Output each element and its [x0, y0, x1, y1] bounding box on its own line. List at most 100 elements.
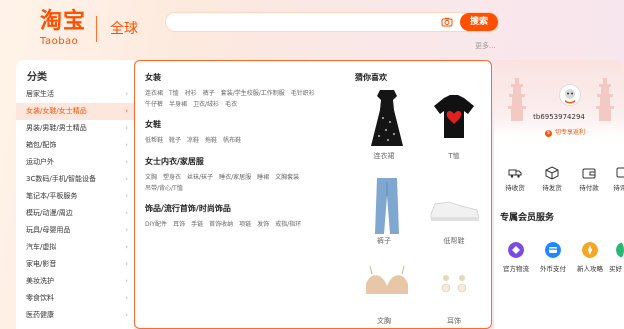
username[interactable]: tb6953974294 — [494, 113, 624, 121]
sidebar-item-toys[interactable]: 玩具/母婴用品 › — [16, 222, 134, 239]
product-label[interactable]: 低帮鞋 — [424, 236, 484, 246]
category-title: 分类 — [27, 72, 47, 83]
product-label[interactable]: T恤 — [424, 151, 484, 161]
earring-image[interactable] — [430, 268, 478, 306]
sidebar-item-anime[interactable]: 模玩/动漫/周边 › — [16, 205, 134, 222]
category-link[interactable]: 凉鞋 — [187, 135, 199, 146]
service-label[interactable]: 新人攻略 — [572, 263, 608, 273]
sneaker-image[interactable] — [427, 190, 481, 226]
sidebar-item-health[interactable]: 医药健康 › — [16, 307, 134, 324]
compass-icon[interactable] — [582, 242, 598, 258]
service-label[interactable]: 外币支付 — [535, 263, 571, 273]
rebate-badge[interactable]: $ 切专享返利 — [545, 127, 585, 137]
sidebar-item-sports[interactable]: 运动户外 › — [16, 154, 134, 171]
currency-icon[interactable] — [545, 242, 561, 258]
product-label[interactable]: 裤子 — [354, 236, 414, 246]
category-link[interactable]: 项链 — [239, 219, 251, 230]
sidebar-item-snacks[interactable]: 零食饮料 › — [16, 290, 134, 307]
service-label[interactable]: 买好 — [609, 263, 624, 273]
sidebar-item-label: 箱包/配饰 — [26, 141, 57, 149]
shopping-icon[interactable] — [616, 242, 624, 258]
sidebar-item-beauty[interactable]: 美妆洗护 › — [16, 273, 134, 290]
category-link[interactable]: 睡衣/家居服 — [219, 172, 251, 183]
logo-taobao-cn[interactable]: 淘宝 — [40, 10, 86, 34]
bra-image[interactable] — [360, 264, 414, 308]
category-link[interactable]: 衬衫 — [185, 88, 197, 99]
chevron-right-icon: › — [125, 90, 128, 98]
category-link[interactable]: 套装/学生校服/工作制服 — [221, 88, 285, 99]
dress-image[interactable] — [363, 88, 411, 148]
jeans-image[interactable] — [363, 176, 411, 236]
search-button[interactable]: 搜索 — [460, 13, 498, 31]
category-link[interactable]: 拖鞋 — [205, 135, 217, 146]
tshirt-image[interactable] — [430, 90, 478, 150]
chevron-right-icon: › — [125, 107, 128, 115]
category-link[interactable]: 毛针织衫 — [291, 88, 315, 99]
sidebar-item-women[interactable]: 女装/女鞋/女士精品 › — [16, 103, 134, 120]
chevron-right-icon: › — [125, 243, 128, 251]
coin-icon: $ — [545, 130, 552, 137]
category-link[interactable]: 丝袜/袜子 — [187, 172, 213, 183]
service-label[interactable]: 官方物流 — [498, 263, 534, 273]
review-icon[interactable] — [616, 166, 624, 180]
logo-taobao-en[interactable]: Taobao — [40, 36, 78, 47]
category-link[interactable]: 耳饰 — [173, 219, 185, 230]
category-link[interactable]: 文胸套装 — [275, 172, 299, 183]
category-link[interactable]: 吊带/背心/T恤 — [145, 183, 183, 194]
truck-icon[interactable] — [508, 166, 522, 180]
avatar[interactable] — [559, 84, 581, 106]
order-status-label[interactable]: 待收货 — [500, 182, 530, 192]
category-link[interactable]: 文胸 — [145, 172, 157, 183]
category-link[interactable]: 毛衣 — [225, 99, 237, 110]
category-link[interactable]: 手链 — [191, 219, 203, 230]
category-link[interactable]: 戒指/指环 — [275, 219, 301, 230]
category-link[interactable]: 靴子 — [169, 135, 181, 146]
category-link[interactable]: 帆布鞋 — [223, 135, 241, 146]
section-title-womens-wear[interactable]: 女装 — [145, 72, 161, 83]
search-input[interactable] — [180, 15, 424, 31]
category-link[interactable]: 牛仔裤 — [145, 99, 163, 110]
sidebar-item-men[interactable]: 男装/男鞋/男士精品 › — [16, 120, 134, 137]
product-label[interactable]: 文胸 — [354, 316, 414, 326]
section-title-womens-shoes[interactable]: 女鞋 — [145, 119, 161, 130]
section-links-womens-wear: 连衣裙 T恤 衬衫 裤子 套装/学生校服/工作制服 毛针织衫牛仔裤 半身裙 卫衣/绒衫 毛衣 — [145, 88, 335, 110]
order-status-label[interactable]: 待发货 — [537, 182, 567, 192]
section-title-lingerie[interactable]: 女士内衣/家居服 — [145, 156, 204, 167]
category-link[interactable]: 连衣裙 — [145, 88, 163, 99]
section-links-accessories: DIY配件 耳饰 手链 首饰收纳 项链 发饰 戒指/指环 — [145, 219, 335, 230]
category-link[interactable]: 裤子 — [203, 88, 215, 99]
sidebar-item-appliances[interactable]: 家电/影音 › — [16, 256, 134, 273]
product-label[interactable]: 耳饰 — [424, 316, 484, 326]
category-link[interactable]: 低帮鞋 — [145, 135, 163, 146]
category-link[interactable]: T恤 — [169, 88, 179, 99]
order-status-label[interactable]: 待评价 — [608, 182, 624, 192]
sidebar-item-home[interactable]: 居家生活 › — [16, 86, 134, 103]
section-links-womens-shoes: 低帮鞋 靴子 凉鞋 拖鞋 帆布鞋 — [145, 135, 335, 146]
category-link[interactable]: 卫衣/绒衫 — [193, 99, 219, 110]
sidebar-item-label: 女装/女鞋/女士精品 — [26, 107, 87, 115]
guess-you-like-title: 猜你喜欢 — [355, 73, 387, 82]
category-link[interactable]: 首饰收纳 — [209, 219, 233, 230]
category-link[interactable]: DIY配件 — [145, 219, 167, 230]
category-link[interactable]: 睡裙 — [257, 172, 269, 183]
sidebar-item-auto[interactable]: 汽车/虚拟 › — [16, 239, 134, 256]
sidebar-item-label: 家电/影音 — [26, 260, 57, 268]
category-link[interactable]: 半身裙 — [169, 99, 187, 110]
logistics-icon[interactable] — [508, 242, 524, 258]
category-link[interactable]: 发饰 — [257, 219, 269, 230]
section-title-accessories[interactable]: 饰品/流行首饰/时尚饰品 — [145, 203, 231, 214]
order-status-label[interactable]: 待付款 — [574, 182, 604, 192]
package-icon[interactable] — [545, 166, 559, 180]
wallet-icon[interactable] — [582, 166, 596, 180]
chevron-right-icon: › — [125, 192, 128, 200]
sidebar-item-label: 医药健康 — [26, 311, 54, 319]
sidebar-item-bags[interactable]: 箱包/配饰 › — [16, 137, 134, 154]
more-link[interactable]: 更多... — [475, 41, 496, 51]
product-label[interactable]: 连衣裙 — [354, 151, 414, 161]
sidebar-item-laptop[interactable]: 笔记本/平板服务 › — [16, 188, 134, 205]
camera-icon[interactable] — [441, 16, 453, 28]
sidebar-item-label: 模玩/动漫/周边 — [26, 209, 73, 217]
category-link[interactable]: 塑身衣 — [163, 172, 181, 183]
member-services-title: 专属会员服务 — [500, 213, 555, 223]
sidebar-item-digital[interactable]: 3C数码/手机/智能设备 › — [16, 171, 134, 188]
